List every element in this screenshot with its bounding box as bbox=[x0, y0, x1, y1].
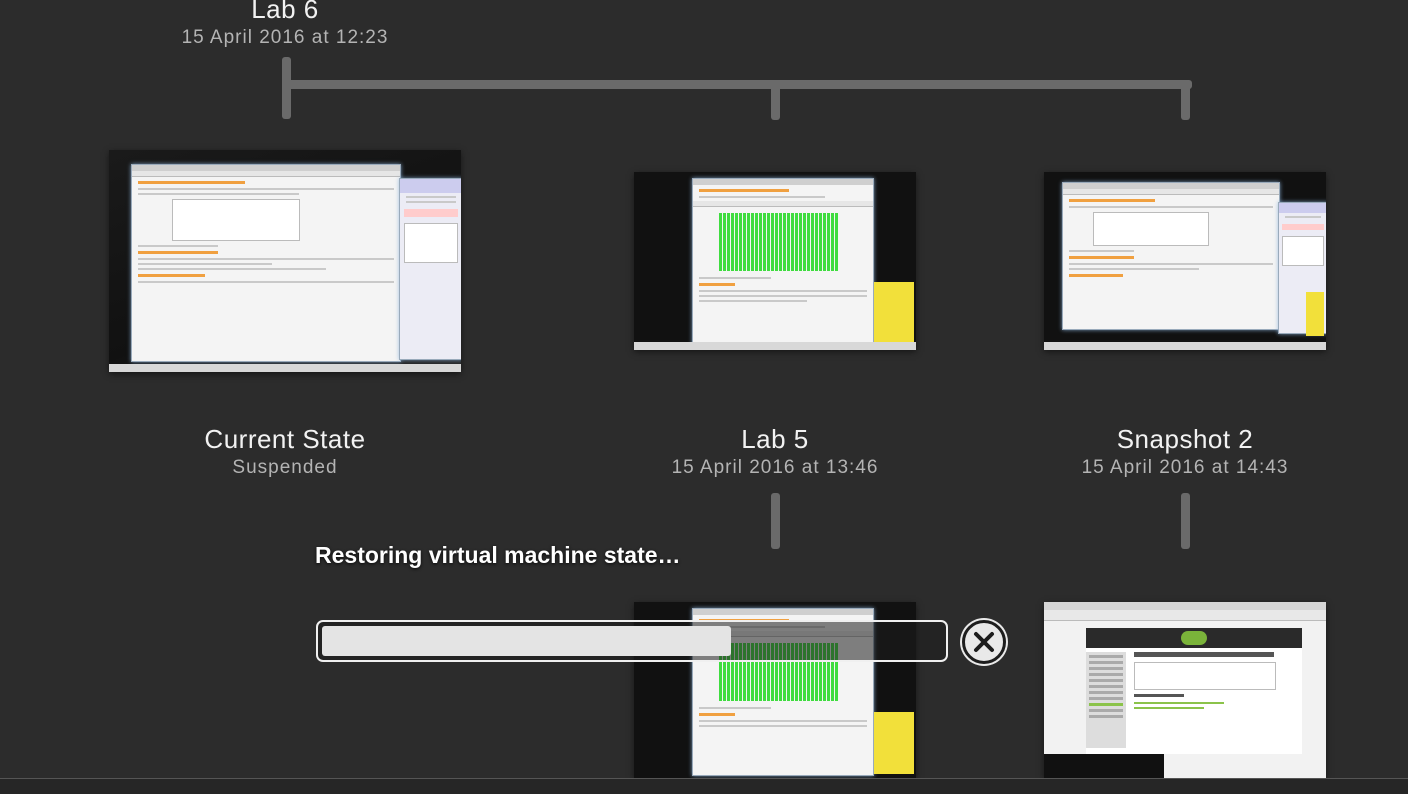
snapshot-thumbnail-snapshot2[interactable] bbox=[1044, 172, 1326, 350]
bottom-toolbar bbox=[0, 778, 1408, 794]
dvwa-logo bbox=[1181, 631, 1207, 645]
dvwa-sidebar bbox=[1086, 652, 1126, 748]
tree-connector bbox=[771, 493, 780, 549]
snapshot-title: Lab 5 bbox=[741, 424, 809, 454]
tree-connector bbox=[771, 80, 780, 120]
snapshot-thumbnail-lab5[interactable] bbox=[634, 172, 916, 350]
thumbnail-window bbox=[399, 178, 461, 360]
restore-progress-fill bbox=[322, 626, 732, 656]
tree-connector bbox=[1181, 80, 1190, 120]
thumbnail-taskbar bbox=[634, 342, 916, 350]
tree-connector bbox=[1181, 493, 1190, 549]
tree-connector bbox=[282, 80, 1192, 89]
sticky-note bbox=[874, 712, 914, 774]
snapshot-date: 15 April 2016 at 12:23 bbox=[181, 27, 389, 48]
snapshot-thumbnail-snapshot2-child[interactable] bbox=[1044, 602, 1326, 778]
snapshot-lab6[interactable]: Lab 6 15 April 2016 at 12:23 bbox=[125, 0, 445, 50]
thumbnail-window bbox=[131, 164, 401, 362]
snapshot-title: Snapshot 2 bbox=[1116, 424, 1254, 454]
dvwa-header bbox=[1086, 628, 1302, 648]
snapshot-snapshot2[interactable]: Snapshot 2 15 April 2016 at 14:43 bbox=[1025, 424, 1345, 480]
snapshot-title: Current State bbox=[204, 424, 366, 454]
sticky-note bbox=[1306, 292, 1324, 336]
thumbnail-taskbar bbox=[1044, 342, 1326, 350]
thumbnail-window bbox=[692, 178, 874, 348]
snapshot-date: 15 April 2016 at 13:46 bbox=[671, 457, 879, 478]
restore-status-text: Restoring virtual machine state… bbox=[315, 542, 681, 568]
snapshot-status: Suspended bbox=[232, 457, 338, 478]
close-circle-icon bbox=[974, 632, 994, 652]
restore-progress-bar bbox=[316, 620, 948, 662]
snapshot-lab5[interactable]: Lab 5 15 April 2016 at 13:46 bbox=[615, 424, 935, 480]
chart-bars bbox=[719, 213, 847, 271]
snapshot-manager: Lab 6 15 April 2016 at 12:23 Current Sta… bbox=[0, 0, 1408, 794]
thumbnail-window bbox=[1062, 182, 1280, 330]
cancel-restore-button[interactable] bbox=[962, 620, 1006, 664]
sticky-note bbox=[874, 282, 914, 344]
thumbnail-taskbar bbox=[109, 364, 461, 372]
snapshot-title: Lab 6 bbox=[251, 0, 319, 24]
snapshot-current-state[interactable]: Current State Suspended bbox=[125, 424, 445, 480]
snapshot-thumbnail-current[interactable] bbox=[109, 150, 461, 372]
snapshot-date: 15 April 2016 at 14:43 bbox=[1081, 457, 1289, 478]
